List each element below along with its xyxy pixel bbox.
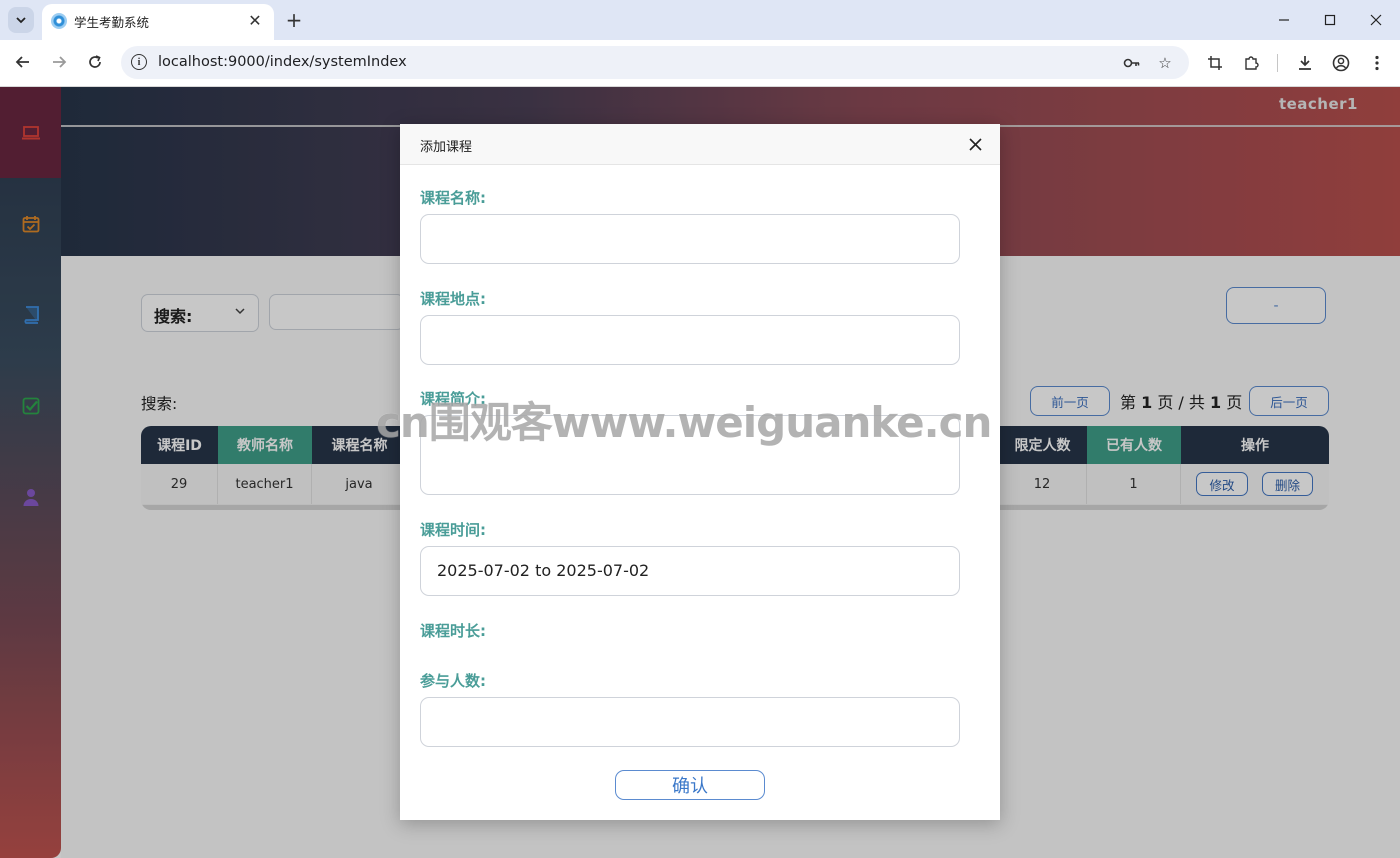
confirm-button[interactable]: 确认: [615, 770, 765, 800]
add-course-dialog: 添加课程 课程名称: 课程地点: 课程简介: 课程时间: 2025-07-02 …: [400, 124, 1000, 820]
close-window-button[interactable]: [1354, 6, 1398, 34]
course-name-label: 课程名称:: [420, 189, 486, 207]
app-viewport: teacher1 搜索: - 搜索: 前一页 第 1 页 / 共 1 页 后一页…: [0, 87, 1400, 858]
course-place-input[interactable]: [420, 315, 960, 365]
arrow-left-icon: [15, 56, 29, 68]
course-duration-label: 课程时长:: [420, 622, 486, 640]
download-icon[interactable]: [1294, 52, 1316, 74]
forward-button[interactable]: [45, 48, 73, 76]
maximize-button[interactable]: [1308, 6, 1352, 34]
course-time-input[interactable]: 2025-07-02 to 2025-07-02: [420, 546, 960, 596]
browser-menu-icon[interactable]: [1366, 52, 1388, 74]
arrow-right-icon: [53, 56, 67, 68]
new-tab-button[interactable]: +: [283, 7, 305, 33]
tab-title: 学生考勤系统: [74, 15, 150, 30]
chevron-down-icon: [16, 17, 26, 24]
reload-icon: [89, 55, 101, 68]
close-icon: [1370, 14, 1382, 26]
browser-tab-bar: 学生考勤系统 ✕ +: [0, 0, 1400, 40]
extensions-icon[interactable]: [1240, 52, 1262, 74]
participants-label: 参与人数:: [420, 672, 486, 690]
maximize-icon: [1324, 14, 1336, 26]
profile-icon[interactable]: [1330, 52, 1352, 74]
screenshot-icon[interactable]: [1204, 52, 1226, 74]
minimize-icon: [1279, 19, 1289, 21]
browser-tab[interactable]: 学生考勤系统 ✕: [42, 4, 274, 40]
dialog-header: 添加课程: [400, 124, 1000, 165]
bookmark-star-icon[interactable]: ☆: [1155, 53, 1175, 73]
course-name-input[interactable]: [420, 214, 960, 264]
dialog-title: 添加课程: [420, 140, 473, 155]
url-text: localhost:9000/index/systemIndex: [158, 54, 407, 70]
password-key-icon[interactable]: [1122, 53, 1142, 73]
participants-input[interactable]: [420, 697, 960, 747]
course-time-label: 课程时间:: [420, 521, 486, 539]
tab-search-button[interactable]: [8, 7, 34, 33]
tab-close-icon[interactable]: ✕: [246, 11, 264, 30]
reload-button[interactable]: [81, 48, 109, 76]
toolbar-separator: [1277, 54, 1278, 72]
address-bar[interactable]: i localhost:9000/index/systemIndex ☆: [121, 46, 1189, 79]
watermark: cn围观客www.weiguanke.cn: [376, 398, 992, 447]
dialog-close-button[interactable]: [966, 135, 984, 153]
minimize-button[interactable]: [1262, 6, 1306, 34]
favicon-icon: [51, 13, 67, 29]
course-place-label: 课程地点:: [420, 290, 486, 308]
close-icon: [968, 137, 982, 151]
browser-toolbar: i localhost:9000/index/systemIndex ☆: [0, 40, 1400, 87]
site-info-icon[interactable]: i: [131, 54, 147, 70]
back-button[interactable]: [9, 48, 37, 76]
